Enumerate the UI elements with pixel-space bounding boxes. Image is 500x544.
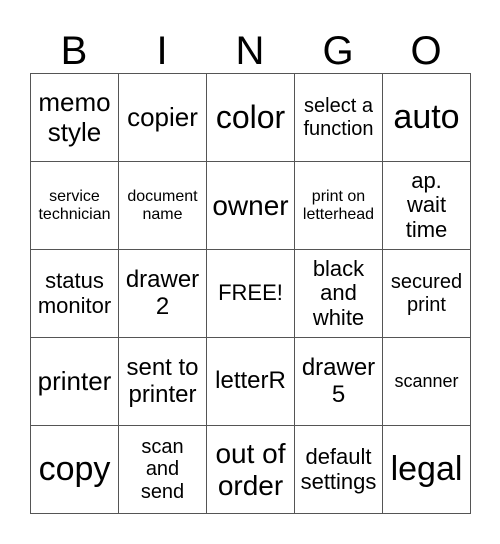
bingo-cell[interactable]: out of order [207, 426, 295, 514]
bingo-cell[interactable]: scan and send [119, 426, 207, 514]
bingo-cell[interactable]: FREE! [207, 250, 295, 338]
bingo-cell[interactable]: legal [383, 426, 471, 514]
bingo-cell[interactable]: select a function [295, 74, 383, 162]
bingo-cell[interactable]: color [207, 74, 295, 162]
bingo-cell[interactable]: printer [31, 338, 119, 426]
bingo-cell[interactable]: drawer 2 [119, 250, 207, 338]
bingo-cell[interactable]: status monitor [31, 250, 119, 338]
bingo-cell[interactable]: owner [207, 162, 295, 250]
bingo-cell[interactable]: memo style [31, 74, 119, 162]
bingo-cell[interactable]: ap. wait time [383, 162, 471, 250]
bingo-cell[interactable]: auto [383, 74, 471, 162]
header-letter-g: G [322, 29, 354, 73]
header-letter-b: B [60, 29, 88, 73]
bingo-cell[interactable]: secured print [383, 250, 471, 338]
bingo-header: B I N G O [30, 28, 470, 74]
bingo-cell[interactable]: drawer 5 [295, 338, 383, 426]
bingo-cell[interactable]: print on letterhead [295, 162, 383, 250]
bingo-cell[interactable]: black and white [295, 250, 383, 338]
bingo-cell[interactable]: copier [119, 74, 207, 162]
header-letter-n: N [235, 29, 265, 73]
bingo-cell[interactable]: document name [119, 162, 207, 250]
bingo-cell[interactable]: service technician [31, 162, 119, 250]
bingo-cell[interactable]: scanner [383, 338, 471, 426]
bingo-cell[interactable]: default settings [295, 426, 383, 514]
header-letter-o: O [410, 29, 442, 73]
bingo-grid: memo style copier color select a function au… [30, 73, 471, 514]
bingo-cell[interactable]: letterR [207, 338, 295, 426]
header-letter-i: I [156, 29, 168, 73]
bingo-cell[interactable]: copy [31, 426, 119, 514]
bingo-cell[interactable]: sent to printer [119, 338, 207, 426]
